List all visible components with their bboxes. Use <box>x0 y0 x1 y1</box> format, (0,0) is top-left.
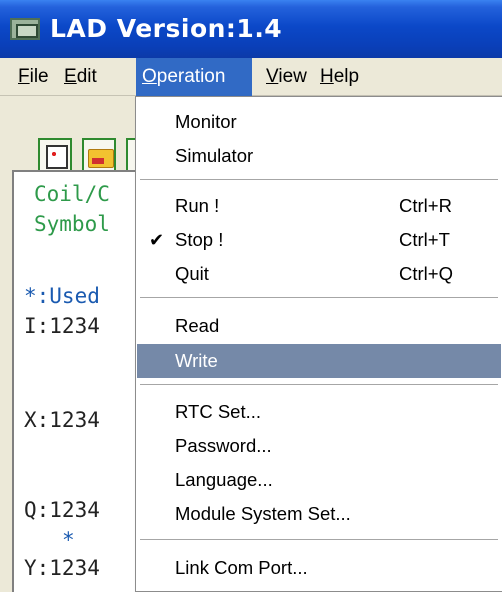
menu-view-rest: iew <box>278 66 307 87</box>
menu-operation-rest: peration <box>156 66 226 87</box>
app-icon <box>10 18 40 40</box>
menu-item-link-com-port[interactable]: Link Com Port... <box>137 551 501 585</box>
menu-edit-rest: dit <box>76 66 97 87</box>
editor-line: X:1234 <box>24 408 100 432</box>
editor-line: *:Used <box>24 284 100 308</box>
menu-item-simulator[interactable]: Simulator <box>137 139 501 173</box>
menu-file-accel: F <box>18 66 30 87</box>
menu-separator <box>140 179 498 181</box>
menu-item-label: Password... <box>175 435 272 456</box>
check-mark-icon: ✔ <box>149 230 165 250</box>
menu-item-label: Run ! <box>175 195 220 216</box>
menu-help-accel: H <box>320 66 334 87</box>
menu-item-label: Module System Set... <box>175 503 351 524</box>
menu-item-password[interactable]: Password... <box>137 429 501 463</box>
menu-help-rest: elp <box>333 66 360 87</box>
menu-edit-accel: E <box>64 66 77 87</box>
menu-file-rest: ile <box>29 66 49 87</box>
menu-item-rtc-set[interactable]: RTC Set... <box>137 395 501 429</box>
menu-item-label: Stop ! <box>175 229 224 250</box>
operation-menu: Monitor Simulator Run ! Ctrl+R ✔ Stop ! Ctr… <box>135 96 502 592</box>
menu-view-accel: V <box>266 66 279 87</box>
menu-item-run[interactable]: Run ! Ctrl+R <box>137 189 501 223</box>
menu-operation-accel: O <box>142 66 157 87</box>
editor-line: Y:1234 <box>24 556 100 580</box>
menu-item-label: Simulator <box>175 145 254 166</box>
menu-item-shortcut: Ctrl+Q <box>399 263 453 284</box>
menu-separator <box>140 384 498 386</box>
menu-item-label: Write <box>175 350 218 371</box>
menu-item-label: Quit <box>175 263 209 284</box>
title-bar[interactable]: LAD Version:1.4 <box>0 0 502 58</box>
editor-line: Coil/C <box>34 182 110 206</box>
menu-item-label: RTC Set... <box>175 401 262 422</box>
menu-item-module-system-set[interactable]: Module System Set... <box>137 497 501 531</box>
menu-item-label: Read <box>175 315 220 336</box>
menu-item-stop[interactable]: ✔ Stop ! Ctrl+T <box>137 223 501 257</box>
menu-separator <box>140 297 498 299</box>
menu-separator <box>140 539 498 541</box>
menu-item-quit[interactable]: Quit Ctrl+Q <box>137 257 501 291</box>
menu-item-label: Link Com Port... <box>175 557 308 578</box>
new-file-button[interactable] <box>38 138 72 172</box>
menu-file[interactable]: File <box>12 58 55 96</box>
editor-line: Q:1234 <box>24 498 100 522</box>
open-folder-button[interactable] <box>82 138 116 172</box>
editor-line: Symbol <box>34 212 110 236</box>
menu-help[interactable]: Help <box>314 58 365 96</box>
menu-item-label: Monitor <box>175 111 237 132</box>
window-title: LAD Version:1.4 <box>50 14 283 43</box>
menu-item-label: Language... <box>175 469 273 490</box>
menu-bar: File Edit Operation View Help <box>0 58 502 96</box>
menu-item-shortcut: Ctrl+R <box>399 195 452 216</box>
menu-item-monitor[interactable]: Monitor <box>137 105 501 139</box>
menu-view[interactable]: View <box>260 58 313 96</box>
menu-item-read[interactable]: Read <box>137 309 501 343</box>
menu-edit[interactable]: Edit <box>58 58 103 96</box>
menu-operation[interactable]: Operation <box>136 58 252 96</box>
menu-item-language[interactable]: Language... <box>137 463 501 497</box>
editor-line: I:1234 <box>24 314 100 338</box>
menu-item-shortcut: Ctrl+T <box>399 229 450 250</box>
editor-line: * <box>62 528 75 552</box>
menu-item-write[interactable]: Write <box>137 344 501 378</box>
